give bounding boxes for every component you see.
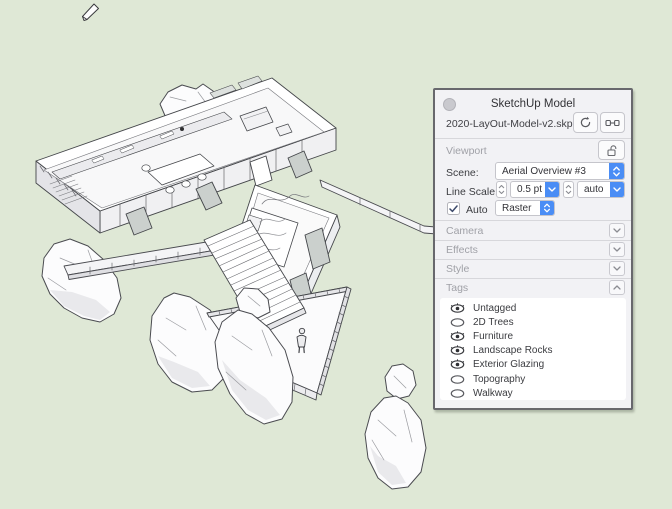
eye-visibility-icon[interactable] (449, 302, 466, 314)
section-effects[interactable]: Effects (435, 241, 631, 259)
section-tags-label: Tags (446, 282, 469, 294)
eye-visibility-icon[interactable] (449, 374, 466, 385)
checkmark-icon (449, 204, 458, 212)
render-mode-value: Raster (502, 202, 532, 214)
scene-label: Scene: (446, 167, 479, 179)
updown-stepper-icon (609, 163, 624, 179)
line-scale-stepper[interactable] (496, 181, 507, 198)
chevron-down-icon[interactable] (609, 223, 625, 238)
panel-title: SketchUp Model (490, 98, 576, 110)
scene-dropdown[interactable]: Aerial Overview #3 (495, 162, 625, 180)
chevron-down-icon[interactable] (609, 261, 625, 276)
line-scale-mode-stepper[interactable] (563, 181, 574, 198)
chevron-down-icon (610, 182, 624, 197)
tag-label: Walkway (473, 387, 513, 399)
line-scale-mode-value: auto (584, 184, 604, 195)
sketchup-model-panel: SketchUp Model 2020-LayOut-Model-v2.skp … (433, 88, 633, 410)
eye-visibility-icon[interactable] (449, 331, 466, 342)
link-icon (605, 119, 620, 126)
eye-visibility-icon[interactable] (449, 317, 466, 328)
chevron-down-icon[interactable] (609, 242, 625, 257)
tag-row: Untagged (440, 301, 626, 315)
tags-list: Untagged 2D Trees Furniture Landscape Ro… (440, 298, 626, 400)
model-filename: 2020-LayOut-Model-v2.skp (446, 118, 573, 130)
landscape-rock (364, 363, 427, 490)
tag-label: Topography (473, 373, 526, 385)
tag-label: 2D Trees (473, 316, 514, 328)
section-style-label: Style (446, 263, 470, 275)
section-effects-label: Effects (446, 244, 478, 256)
line-scale-value: 0.5 pt (517, 184, 543, 195)
tag-label: Untagged (473, 302, 517, 314)
tag-row: 2D Trees (440, 315, 626, 329)
chevron-up-icon[interactable] (609, 280, 625, 295)
section-style[interactable]: Style (435, 260, 631, 278)
link-reference-button[interactable] (600, 112, 625, 133)
tag-row: Landscape Rocks (440, 344, 626, 358)
auto-label: Auto (466, 204, 488, 216)
line-scale-label: Line Scale: (446, 186, 498, 198)
chevron-down-icon (545, 182, 559, 197)
scene-value: Aerial Overview #3 (502, 165, 586, 177)
lock-viewport-button[interactable] (598, 140, 625, 160)
eye-visibility-icon[interactable] (449, 345, 466, 356)
line-scale-dropdown[interactable]: 0.5 pt (510, 181, 560, 198)
render-mode-dropdown[interactable]: Raster (495, 200, 555, 216)
section-camera[interactable]: Camera (435, 221, 631, 240)
line-scale-mode-dropdown[interactable]: auto (577, 181, 625, 198)
pencil-cursor-icon (82, 3, 99, 21)
tag-row: Walkway (440, 386, 626, 400)
updown-stepper-icon (540, 201, 554, 215)
unlock-icon (606, 144, 616, 156)
tag-row: Exterior Glazing (440, 358, 626, 372)
tag-row: Topography (440, 372, 626, 386)
eye-visibility-icon[interactable] (449, 388, 466, 399)
tag-label: Landscape Rocks (473, 345, 553, 357)
tag-label: Exterior Glazing (473, 359, 545, 371)
eye-visibility-icon[interactable] (449, 359, 466, 370)
refresh-icon (580, 116, 591, 128)
section-tags[interactable]: Tags (435, 279, 631, 297)
tag-row: Furniture (440, 329, 626, 343)
section-camera-label: Camera (446, 225, 484, 237)
auto-render-checkbox[interactable] (447, 202, 460, 215)
tag-label: Furniture (473, 330, 514, 342)
viewport-section-label: Viewport (446, 145, 487, 157)
update-reference-button[interactable] (573, 112, 598, 133)
